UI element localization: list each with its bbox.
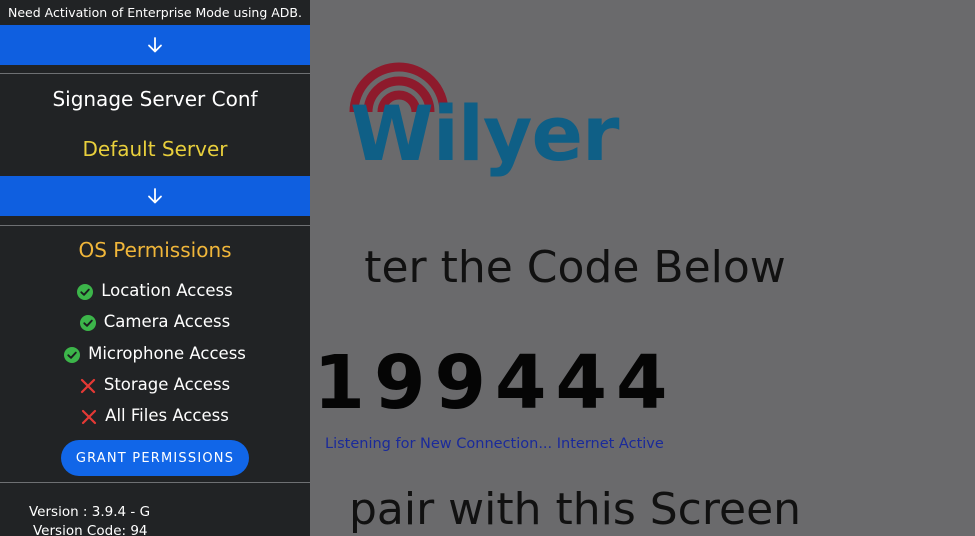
check-circle-icon [64, 347, 81, 363]
server-section-title: Signage Server Conf [52, 87, 258, 111]
permission-label: Storage Access [103, 374, 231, 394]
permission-label: All Files Access [105, 405, 229, 425]
close-x-icon [80, 378, 95, 394]
divider [0, 482, 310, 483]
arrow-down-icon [148, 188, 162, 204]
connection-status: Listening for New Connection... Internet… [325, 436, 664, 452]
permission-microphone: Microphone Access [0, 343, 310, 363]
permission-label: Camera Access [103, 311, 231, 331]
close-x-icon [82, 409, 97, 425]
logo-wordmark: Wilyer [350, 89, 619, 178]
check-circle-icon [79, 315, 96, 331]
wilyer-logo: Wilyer [348, 62, 638, 197]
permission-label: Microphone Access [88, 343, 246, 363]
permission-camera: Camera Access [0, 311, 310, 331]
pairing-screen: Wilyer ter the Code Below 199444 Listeni… [0, 0, 975, 536]
adb-activation-note: Need Activation of Enterprise Mode using… [8, 5, 302, 20]
permission-storage: Storage Access [0, 374, 310, 394]
permission-location: Location Access [0, 280, 310, 300]
check-circle-icon [77, 284, 94, 300]
app-version: Version : 3.9.4 - G [29, 504, 151, 520]
divider [0, 73, 310, 74]
server-expand-button[interactable] [0, 176, 310, 216]
arrow-down-icon [148, 37, 162, 53]
divider [0, 225, 310, 226]
enterprise-expand-button[interactable] [0, 25, 310, 65]
server-value: Default Server [82, 137, 228, 161]
app-version-code: Version Code: 94 [33, 523, 148, 536]
grant-permissions-button[interactable]: GRANT PERMISSIONS [61, 440, 249, 476]
permissions-title: OS Permissions [78, 238, 232, 262]
permission-all-files: All Files Access [0, 405, 310, 425]
settings-drawer: Need Activation of Enterprise Mode using… [0, 0, 310, 536]
permission-label: Location Access [101, 280, 233, 300]
